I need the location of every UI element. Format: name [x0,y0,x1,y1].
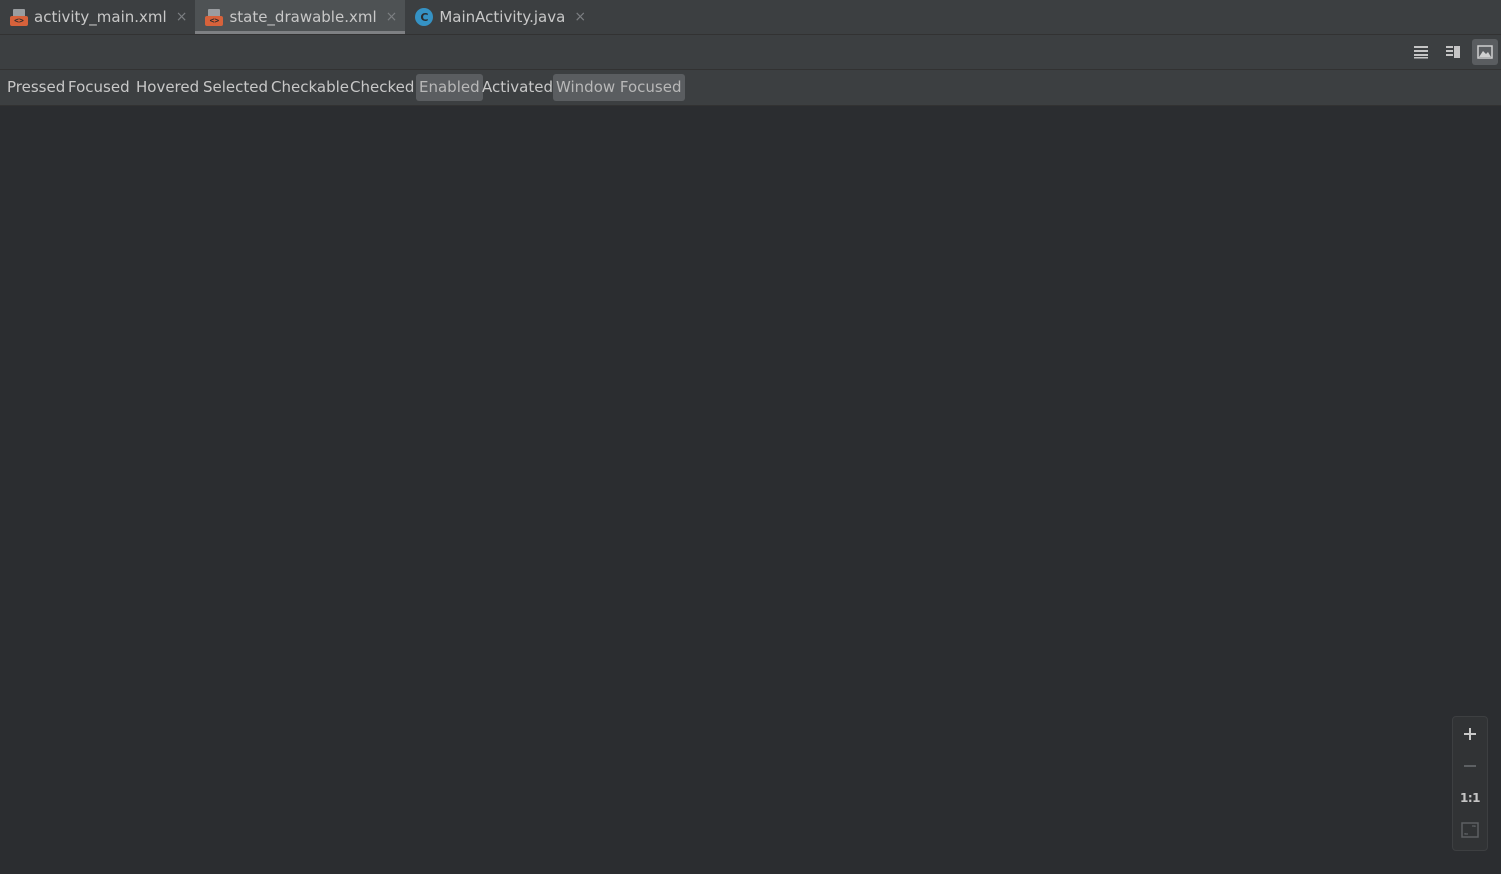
actual-size-label: 1:1 [1460,791,1481,805]
design-view-button[interactable] [1472,39,1498,65]
state-selected[interactable]: Selected [200,74,271,101]
code-view-button[interactable] [1408,39,1434,65]
code-view-icon [1414,46,1428,59]
tab-label: state_drawable.xml [229,8,377,26]
plus-icon [1464,728,1476,740]
editor-tab-bar: <> activity_main.xml × <> state_drawable… [0,0,1501,35]
state-checkable[interactable]: Checkable [268,74,352,101]
close-icon[interactable]: × [574,9,586,25]
state-focused[interactable]: Focused [65,74,133,101]
state-selector-bar: Pressed Focused Hovered Selected Checkab… [0,70,1501,106]
split-view-button[interactable] [1440,39,1466,65]
drawable-preview-canvas[interactable] [0,106,1501,874]
fit-screen-button[interactable] [1453,815,1487,845]
minus-icon [1464,765,1476,767]
state-pressed[interactable]: Pressed [4,74,68,101]
tab-label: activity_main.xml [34,8,167,26]
state-window-focused[interactable]: Window Focused [553,74,685,101]
design-view-icon [1477,45,1493,59]
zoom-out-button[interactable] [1453,751,1487,781]
split-view-icon [1446,46,1460,58]
editor-toolbar [0,35,1501,70]
state-enabled[interactable]: Enabled [416,74,483,101]
java-class-icon: C [415,8,434,26]
fit-screen-icon [1461,822,1479,838]
xml-file-icon: <> [10,8,28,26]
tab-state-drawable[interactable]: <> state_drawable.xml × [195,0,406,34]
tab-label: MainActivity.java [439,8,566,26]
actual-size-button[interactable]: 1:1 [1453,783,1487,813]
state-activated[interactable]: Activated [479,74,556,101]
close-icon[interactable]: × [386,9,398,25]
close-icon[interactable]: × [176,9,188,25]
tab-activity-main[interactable]: <> activity_main.xml × [0,0,195,34]
zoom-controls: 1:1 [1452,716,1488,851]
tab-main-activity[interactable]: C MainActivity.java × [405,0,594,34]
zoom-in-button[interactable] [1453,719,1487,749]
state-checked[interactable]: Checked [347,74,417,101]
xml-file-icon: <> [205,8,224,26]
state-hovered[interactable]: Hovered [133,74,202,101]
